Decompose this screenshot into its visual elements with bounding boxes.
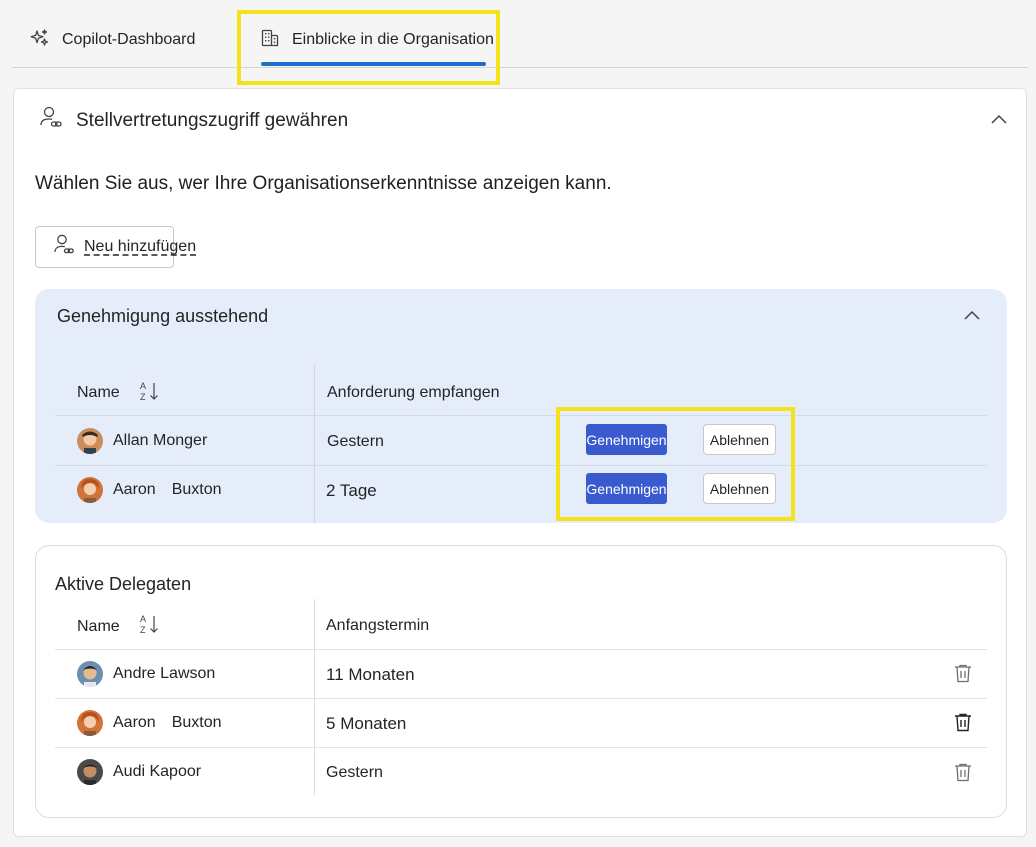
start-date-value: 5 Monaten: [326, 714, 406, 734]
trash-icon[interactable]: [952, 711, 974, 733]
active-tab-indicator: [261, 62, 486, 66]
sparkle-icon: [30, 28, 50, 53]
person-first-name: Aaron: [113, 481, 156, 498]
start-unit: Monaten: [340, 714, 407, 733]
person-name: Allan Monger: [113, 432, 208, 449]
table-row-person: Allan Monger: [77, 428, 207, 454]
person-name: Audi Kapoor: [113, 763, 202, 780]
header-start-date: Anfangstermin: [326, 617, 430, 634]
start-date-value: 11 Monaten: [326, 665, 415, 685]
column-divider: [314, 365, 315, 523]
pending-title: Genehmigung ausstehend: [57, 306, 269, 326]
chevron-up-icon[interactable]: [961, 305, 983, 327]
trash-icon[interactable]: [952, 761, 974, 783]
tab-copilot-dashboard[interactable]: Copilot-Dashboard: [30, 26, 195, 54]
column-divider: [314, 599, 315, 795]
person-name: Andre Lawson: [113, 665, 216, 682]
received-unit: Tage: [339, 481, 377, 500]
sort-az-icon[interactable]: A Z: [139, 380, 161, 402]
trash-icon[interactable]: [952, 662, 974, 684]
person-first-name: Aaron: [113, 714, 156, 731]
chevron-up-icon[interactable]: [988, 109, 1010, 131]
table-row-person: Aaron Buxton: [77, 710, 222, 736]
avatar: [77, 661, 103, 687]
header-name[interactable]: Name: [77, 384, 120, 402]
card-title: Stellvertretungszugriff gewähren: [76, 110, 349, 131]
table-row-person: Aaron Buxton: [77, 477, 222, 503]
svg-text:A: A: [140, 381, 146, 391]
svg-text:Z: Z: [140, 392, 146, 402]
avatar: [77, 759, 103, 785]
row-divider: [55, 415, 987, 416]
reject-button[interactable]: Ablehnen: [703, 473, 776, 504]
tab-label: Einblicke in die Organisation: [292, 31, 494, 48]
received-number: 2: [326, 481, 336, 500]
person-add-icon: [52, 233, 76, 262]
active-delegates-section: Aktive Delegaten Name A Z Anfangstermin …: [35, 545, 1007, 818]
header-request-received: Anforderung empfangen: [327, 384, 500, 401]
svg-text:Z: Z: [140, 625, 146, 635]
person-last-name: Buxton: [171, 714, 222, 731]
tab-organization-insights[interactable]: Einblicke in die Organisation: [260, 26, 494, 54]
pending-approval-section: Genehmigung ausstehend Name A Z Anforder…: [35, 289, 1007, 523]
start-date-value: Gestern: [326, 764, 383, 781]
start-number: 5: [326, 714, 336, 733]
delegate-access-card: Stellvertretungszugriff gewähren Wählen …: [13, 88, 1027, 837]
start-unit: Monaten: [348, 665, 415, 684]
request-received-value: Gestern: [327, 433, 384, 450]
avatar: [77, 477, 103, 503]
card-header: Stellvertretungszugriff gewähren: [38, 105, 348, 137]
add-new-label: Neu hinzufügen: [84, 238, 197, 255]
header-name[interactable]: Name: [77, 618, 120, 636]
row-divider: [55, 649, 987, 650]
sort-az-icon[interactable]: A Z: [139, 613, 161, 635]
active-title: Aktive Delegaten: [55, 574, 192, 594]
row-divider: [55, 465, 987, 466]
start-number: 11: [326, 665, 344, 684]
card-description: Wählen Sie aus, wer Ihre Organisationser…: [35, 173, 612, 194]
person-link-icon: [38, 105, 64, 137]
table-row-person: Audi Kapoor: [77, 759, 201, 785]
avatar: [77, 428, 103, 454]
add-new-button[interactable]: Neu hinzufügen: [35, 226, 196, 268]
approve-button[interactable]: Genehmigen: [586, 424, 667, 455]
table-row-person: Andre Lawson: [77, 661, 215, 687]
avatar: [77, 710, 103, 736]
row-divider: [55, 698, 987, 699]
tab-label: Copilot-Dashboard: [62, 31, 196, 48]
person-last-name: Buxton: [171, 481, 222, 498]
approve-button[interactable]: Genehmigen: [586, 473, 667, 504]
building-icon: [260, 28, 280, 53]
request-received-value: 2 Tage: [326, 481, 377, 501]
reject-button[interactable]: Ablehnen: [703, 424, 776, 455]
row-divider: [55, 747, 987, 748]
tab-bar: Copilot-Dashboard Einblicke in die Organ…: [12, 0, 1028, 68]
svg-text:A: A: [140, 614, 146, 624]
